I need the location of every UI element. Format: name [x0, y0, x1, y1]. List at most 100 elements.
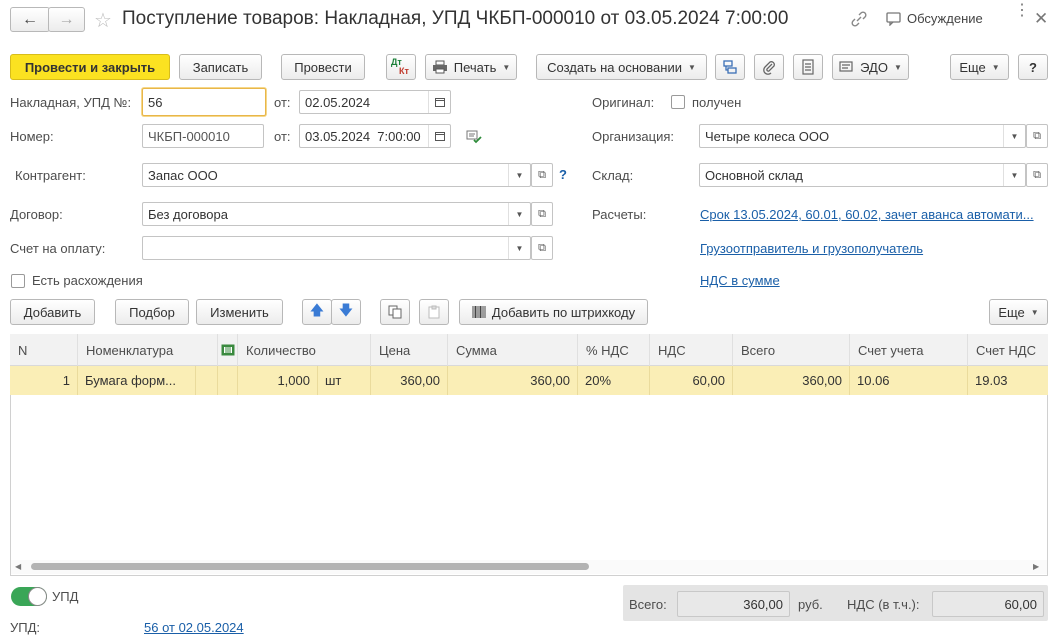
arrow-up-icon: 🡅: [309, 302, 325, 318]
dt-kt-button[interactable]: Дт Кт: [386, 54, 416, 80]
scroll-left-icon[interactable]: ◀: [15, 562, 21, 571]
discrepancies-label: Есть расхождения: [32, 273, 143, 288]
column-header-total[interactable]: Всего: [733, 334, 850, 366]
list-button[interactable]: [793, 54, 823, 80]
copy-row-button[interactable]: [380, 299, 410, 325]
original-received-label: получен: [692, 95, 742, 110]
warehouse-open-button[interactable]: ⧉: [1026, 163, 1048, 187]
forward-button[interactable]: →: [48, 7, 85, 32]
row-price[interactable]: 360,00: [371, 366, 448, 395]
number-input[interactable]: ЧКБП-000010: [142, 124, 264, 148]
create-based-on-button[interactable]: Создать на основании ▼: [536, 54, 707, 80]
original-received-checkbox[interactable]: [671, 95, 685, 109]
row-item[interactable]: Бумага форм...: [78, 366, 196, 395]
row-vat[interactable]: 60,00: [650, 366, 733, 395]
column-header-sum[interactable]: Сумма: [448, 334, 578, 366]
close-icon[interactable]: ✕: [1034, 9, 1048, 29]
column-header-vat[interactable]: НДС: [650, 334, 733, 366]
shipper-consignee-link[interactable]: Грузоотправитель и грузополучатель: [700, 241, 923, 256]
move-down-button[interactable]: 🡇: [331, 299, 361, 325]
add-row-button[interactable]: Добавить: [10, 299, 95, 325]
table-row[interactable]: 1 Бумага форм... 1,000 шт 360,00 360,00 …: [10, 366, 1048, 395]
invoice-number-input[interactable]: 56: [142, 88, 266, 116]
row-vat-rate[interactable]: 20%: [578, 366, 650, 395]
calendar-icon[interactable]: [428, 91, 450, 113]
warehouse-input[interactable]: Основной склад ▼: [699, 163, 1026, 187]
row-number[interactable]: 1: [10, 366, 78, 395]
copy-icon: [388, 305, 402, 319]
attach-button[interactable]: [754, 54, 784, 80]
calendar-icon[interactable]: [428, 125, 450, 147]
row-account[interactable]: 10.06: [850, 366, 968, 395]
pick-button[interactable]: Подбор: [115, 299, 189, 325]
post-button[interactable]: Провести: [281, 54, 365, 80]
upd-link[interactable]: 56 от 02.05.2024: [144, 620, 244, 635]
scroll-right-icon[interactable]: ▶: [1033, 562, 1039, 571]
help-button[interactable]: ?: [1018, 54, 1048, 80]
chevron-down-icon: ▼: [893, 62, 902, 72]
payment-account-open-button[interactable]: ⧉: [531, 236, 553, 260]
counterparty-help-icon[interactable]: ?: [559, 167, 567, 182]
upd-toggle[interactable]: [11, 587, 47, 606]
column-header-vat-account[interactable]: Счет НДС: [968, 334, 1048, 366]
settlements-link[interactable]: Срок 13.05.2024, 60.01, 60.02, зачет ава…: [700, 207, 1034, 222]
counterparty-input[interactable]: Запас ООО ▼: [142, 163, 531, 187]
row-marker[interactable]: [218, 366, 238, 395]
edit-row-button[interactable]: Изменить: [196, 299, 283, 325]
contract-open-button[interactable]: ⧉: [531, 202, 553, 226]
number-date-input[interactable]: 03.05.2024 7:00:00: [299, 124, 451, 148]
row-vat-account[interactable]: 19.03: [968, 366, 1048, 395]
discrepancies-checkbox[interactable]: [11, 274, 25, 288]
column-header-vat-rate[interactable]: % НДС: [578, 334, 650, 366]
move-up-button[interactable]: 🡅: [302, 299, 332, 325]
star-icon[interactable]: ☆: [94, 8, 112, 33]
payment-account-label: Счет на оплату:: [10, 241, 106, 256]
row-sum[interactable]: 360,00: [448, 366, 578, 395]
excise-marker-icon: [221, 344, 235, 356]
dropdown-arrow-icon[interactable]: ▼: [508, 203, 530, 225]
back-button[interactable]: ←: [10, 7, 50, 32]
column-header-marker[interactable]: [218, 334, 238, 366]
vat-in-sum-link[interactable]: НДС в сумме: [700, 273, 780, 288]
arrow-left-icon: ←: [22, 10, 38, 28]
number-date-from-label: от:: [274, 129, 291, 144]
open-window-icon: ⧉: [1033, 168, 1041, 181]
column-header-item[interactable]: Номенклатура: [78, 334, 218, 366]
row-total[interactable]: 360,00: [733, 366, 850, 395]
add-by-barcode-button[interactable]: Добавить по штрихкоду: [459, 299, 648, 325]
document-check-icon[interactable]: [466, 130, 482, 144]
dropdown-arrow-icon[interactable]: ▼: [508, 237, 530, 259]
column-header-account[interactable]: Счет учета: [850, 334, 968, 366]
dropdown-arrow-icon[interactable]: ▼: [1003, 164, 1025, 186]
structure-button[interactable]: [715, 54, 745, 80]
table-more-button[interactable]: Еще ▼: [989, 299, 1048, 325]
more-vertical-icon[interactable]: ⋮: [1014, 3, 1030, 19]
dropdown-arrow-icon[interactable]: ▼: [508, 164, 530, 186]
currency-label: руб.: [798, 597, 823, 612]
print-button[interactable]: Печать ▼: [425, 54, 517, 80]
horizontal-scrollbar[interactable]: ◀ ▶: [11, 560, 1047, 574]
row-item-extra[interactable]: [196, 366, 218, 395]
more-button[interactable]: Еще ▼: [950, 54, 1009, 80]
column-header-n[interactable]: N: [10, 334, 78, 366]
organization-open-button[interactable]: ⧉: [1026, 124, 1048, 148]
column-header-price[interactable]: Цена: [371, 334, 448, 366]
row-quantity[interactable]: 1,000: [238, 366, 318, 395]
post-and-close-button[interactable]: Провести и закрыть: [10, 54, 170, 80]
contract-input[interactable]: Без договора ▼: [142, 202, 531, 226]
counterparty-open-button[interactable]: ⧉: [531, 163, 553, 187]
scrollbar-thumb[interactable]: [31, 563, 589, 570]
dropdown-arrow-icon[interactable]: ▼: [1003, 125, 1025, 147]
paste-button[interactable]: [419, 299, 449, 325]
edo-button[interactable]: ЭДО ▼: [832, 54, 909, 80]
toggle-knob: [28, 587, 47, 606]
organization-input[interactable]: Четыре колеса ООО ▼: [699, 124, 1026, 148]
invoice-date-input[interactable]: 02.05.2024: [299, 90, 451, 114]
column-header-quantity[interactable]: Количество: [238, 334, 371, 366]
link-icon[interactable]: [850, 10, 868, 28]
discussion-button[interactable]: Обсуждение: [886, 11, 983, 26]
payment-account-input[interactable]: ▼: [142, 236, 531, 260]
save-button[interactable]: Записать: [179, 54, 262, 80]
row-unit[interactable]: шт: [318, 366, 371, 395]
chat-icon: [886, 11, 902, 26]
